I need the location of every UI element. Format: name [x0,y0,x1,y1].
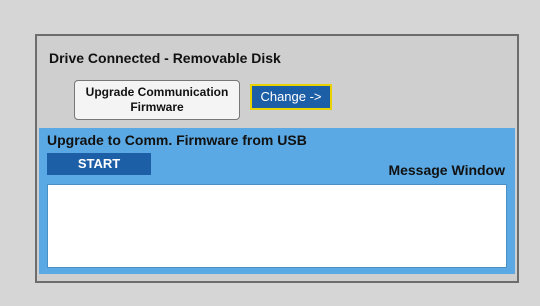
upgrade-usb-section: Upgrade to Comm. Firmware from USB START… [39,128,515,274]
upgrade-button-line2: Firmware [130,100,184,114]
message-window-label: Message Window [388,162,505,178]
drive-panel: Drive Connected - Removable Disk Upgrade… [35,34,519,283]
change-button[interactable]: Change -> [250,84,332,110]
upgrade-communication-firmware-button[interactable]: Upgrade Communication Firmware [74,80,240,120]
upgrade-section-title: Upgrade to Comm. Firmware from USB [47,132,307,148]
message-window[interactable] [47,184,507,268]
start-button[interactable]: START [47,153,151,175]
drive-status-text: Drive Connected - Removable Disk [49,50,281,66]
upgrade-button-line1: Upgrade Communication [85,85,229,99]
